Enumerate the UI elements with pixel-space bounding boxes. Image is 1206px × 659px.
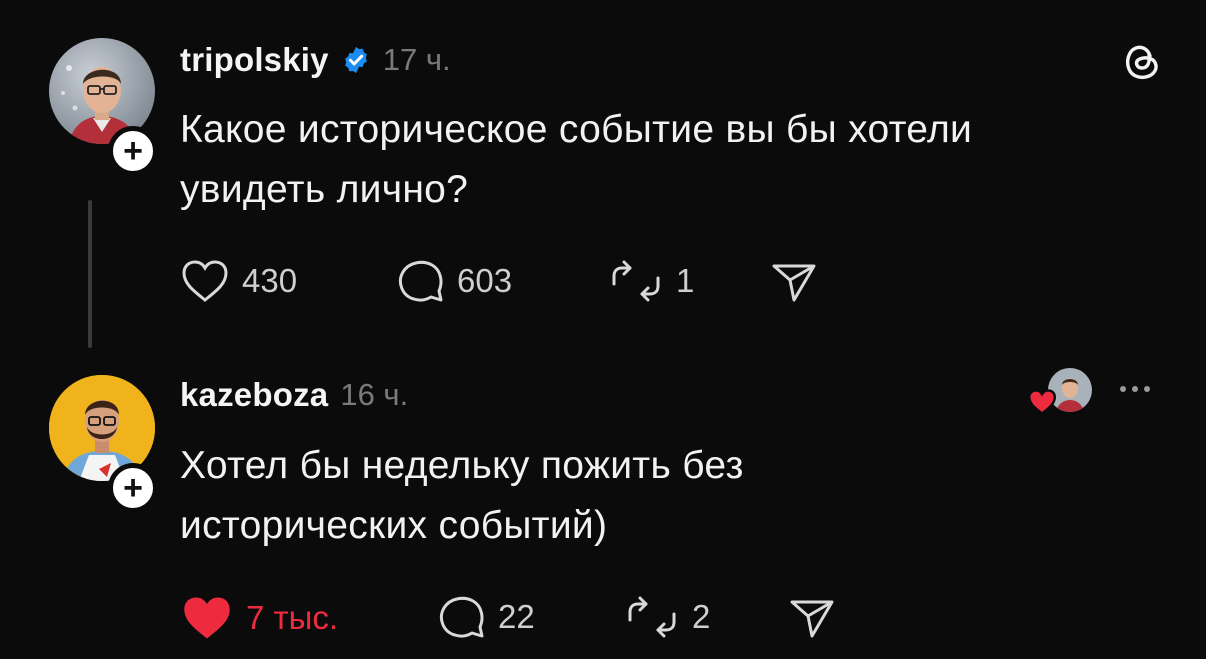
send-icon[interactable] [770,260,818,309]
threads-logo-icon[interactable] [1122,40,1162,87]
repost-icon [624,594,680,640]
post-text-line: исторических событий) [180,504,608,547]
verified-badge-icon [341,45,371,75]
comment-button[interactable]: 22 [438,594,535,640]
post-text: Хотел бы недельку пожить без исторически… [180,436,1180,556]
post-header: kazeboza 16 ч. [180,373,408,417]
liked-by-author-indicator [1022,366,1094,418]
repost-button[interactable]: 2 [624,594,710,640]
post-text-line: Хотел бы недельку пожить без [180,444,744,487]
like-button[interactable]: 7 тыс. [180,593,338,643]
follow-plus-icon[interactable]: + [108,463,158,513]
like-count: 7 тыс. [246,599,339,636]
heart-icon [180,258,230,304]
comment-button[interactable]: 603 [397,258,512,304]
comment-count: 603 [457,262,513,299]
comment-icon [397,258,445,304]
post-header: tripolskiy 17 ч. [180,38,451,82]
repost-count: 1 [676,262,695,299]
username[interactable]: kazeboza [180,376,328,414]
comment-count: 22 [498,598,535,635]
heart-icon [180,593,234,643]
send-icon[interactable] [788,596,836,645]
like-count: 430 [242,262,298,299]
more-options-icon[interactable] [1120,386,1150,392]
heart-icon [1026,388,1058,421]
follow-plus-icon[interactable]: + [108,126,158,176]
like-button[interactable]: 430 [180,258,297,304]
post-text: Какое историческое событие вы бы хотели … [180,100,1180,220]
post-time: 17 ч. [382,42,451,77]
repost-button[interactable]: 1 [608,258,694,304]
thread-line [88,200,92,348]
repost-count: 2 [692,598,711,635]
post-text-line: увидеть лично? [180,168,469,211]
repost-icon [608,258,664,304]
username[interactable]: tripolskiy [180,41,329,79]
post-time: 16 ч. [340,377,409,412]
post-text-line: Какое историческое событие вы бы хотели [180,108,973,151]
comment-icon [438,594,486,640]
